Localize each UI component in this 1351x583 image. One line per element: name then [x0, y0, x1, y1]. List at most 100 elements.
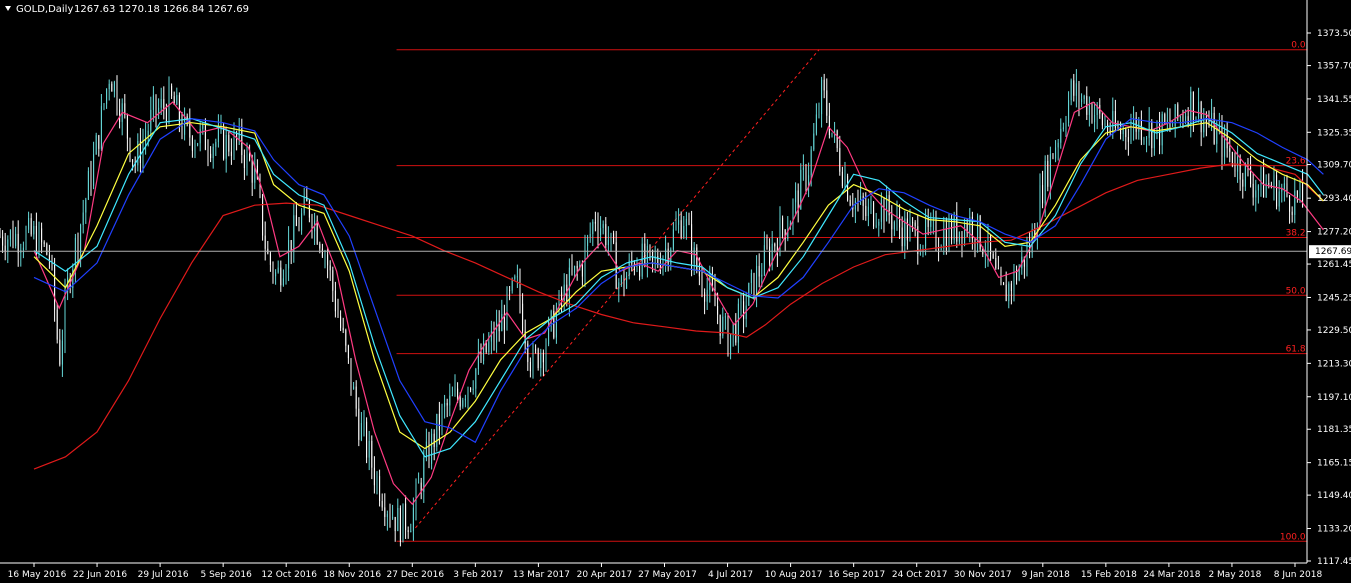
x-tick-label: 13 Mar 2017	[513, 570, 570, 580]
candle-body	[641, 243, 643, 277]
x-tick-label: 24 Oct 2017	[892, 570, 948, 580]
candle-body	[1296, 190, 1298, 198]
y-tick-label: 1149.40	[1317, 491, 1351, 501]
candle-body	[155, 95, 157, 114]
candle-body	[576, 265, 578, 269]
candle-body	[1185, 116, 1187, 121]
candle-body	[163, 99, 165, 110]
candle-body	[1244, 162, 1246, 187]
candle-body	[1057, 142, 1059, 148]
candle-body	[407, 530, 409, 532]
candle-body	[415, 482, 417, 508]
candle-body	[766, 245, 768, 247]
candle-body	[870, 202, 872, 207]
candle-body	[1268, 183, 1270, 185]
candle-body	[706, 289, 708, 302]
candle-body	[316, 220, 318, 244]
candle-body	[1112, 111, 1114, 132]
candle-body	[350, 358, 352, 390]
x-tick-label: 22 Jun 2016	[73, 570, 127, 580]
candle-body	[626, 275, 628, 289]
candle-body	[1070, 80, 1072, 101]
candle-body	[438, 413, 440, 431]
candle-body	[1042, 185, 1044, 204]
candle-body	[35, 225, 37, 255]
candle-body	[82, 212, 84, 225]
candle-body	[371, 440, 373, 468]
candle-body	[483, 341, 485, 361]
chart-header: GOLD,Daily 1267.63 1270.18 1266.84 1267.…	[5, 4, 249, 15]
candle-body	[472, 388, 474, 390]
candle-body	[217, 127, 219, 143]
candle-body	[724, 316, 726, 318]
candle-body	[704, 292, 706, 302]
candle-body	[147, 130, 149, 137]
candle-body	[1263, 168, 1265, 198]
candle-body	[165, 109, 167, 123]
candle-body	[1159, 121, 1161, 146]
x-tick-label: 8 Jun 2018	[1274, 570, 1323, 580]
candle-body	[1078, 83, 1080, 102]
candle-body	[592, 221, 594, 234]
candle-body	[930, 220, 932, 227]
candle-body	[340, 316, 342, 328]
candle-body	[410, 530, 412, 532]
candle-body	[223, 126, 225, 159]
candle-body	[480, 352, 482, 361]
candle-body	[384, 507, 386, 517]
candle-body	[581, 264, 583, 277]
candle-body	[288, 240, 290, 269]
candle-body	[610, 233, 612, 240]
y-tick-label: 1245.25	[1317, 293, 1351, 303]
candle-body	[912, 222, 914, 224]
chart-background	[0, 0, 1351, 583]
x-tick-label: 29 Jul 2016	[138, 570, 189, 580]
candle-body	[1146, 137, 1148, 139]
candle-body	[488, 341, 490, 353]
candle-body	[1257, 185, 1259, 191]
x-tick-label: 16 Sep 2017	[828, 570, 885, 580]
candle-body	[1229, 148, 1231, 152]
candle-body	[363, 421, 365, 424]
candle-body	[41, 228, 43, 243]
candle-body	[56, 309, 58, 340]
candle-body	[1140, 119, 1142, 141]
candle-body	[1013, 270, 1015, 291]
candle-body	[210, 153, 212, 159]
gold-daily-chart[interactable]: 0.023.638.250.061.8100.0 1373.501357.701…	[0, 0, 1351, 583]
candle-body	[644, 243, 646, 264]
candle-body	[1060, 128, 1062, 143]
candle-body	[992, 253, 994, 258]
candle-body	[282, 278, 284, 286]
candle-body	[535, 349, 537, 351]
candle-body	[672, 229, 674, 250]
candle-body	[516, 276, 518, 278]
candle-body	[891, 215, 893, 230]
y-tick-label: 1373.50	[1317, 29, 1351, 39]
candle-body	[1187, 116, 1189, 125]
candle-body	[865, 205, 867, 217]
x-tick-label: 2 May 2018	[1208, 570, 1261, 580]
candle-body	[688, 218, 690, 225]
candle-body	[758, 266, 760, 277]
candle-body	[529, 361, 531, 372]
candle-body	[204, 123, 206, 150]
candle-body	[1164, 114, 1166, 124]
candle-body	[98, 135, 100, 149]
candle-body	[353, 386, 355, 390]
candle-body	[1068, 100, 1070, 124]
candle-body	[925, 218, 927, 247]
y-tick-label: 1357.70	[1317, 62, 1351, 72]
candle-body	[509, 290, 511, 292]
candle-body	[743, 301, 745, 319]
candle-body	[199, 128, 201, 144]
candle-body	[740, 301, 742, 304]
candle-body	[914, 222, 916, 227]
fib-level-label: 100.0	[1280, 532, 1306, 542]
candle-body	[464, 398, 466, 401]
x-tick-label: 18 Nov 2016	[323, 570, 381, 580]
candle-body	[605, 224, 607, 246]
candle-body	[623, 276, 625, 289]
candle-body	[1203, 119, 1205, 133]
candle-body	[30, 218, 32, 235]
